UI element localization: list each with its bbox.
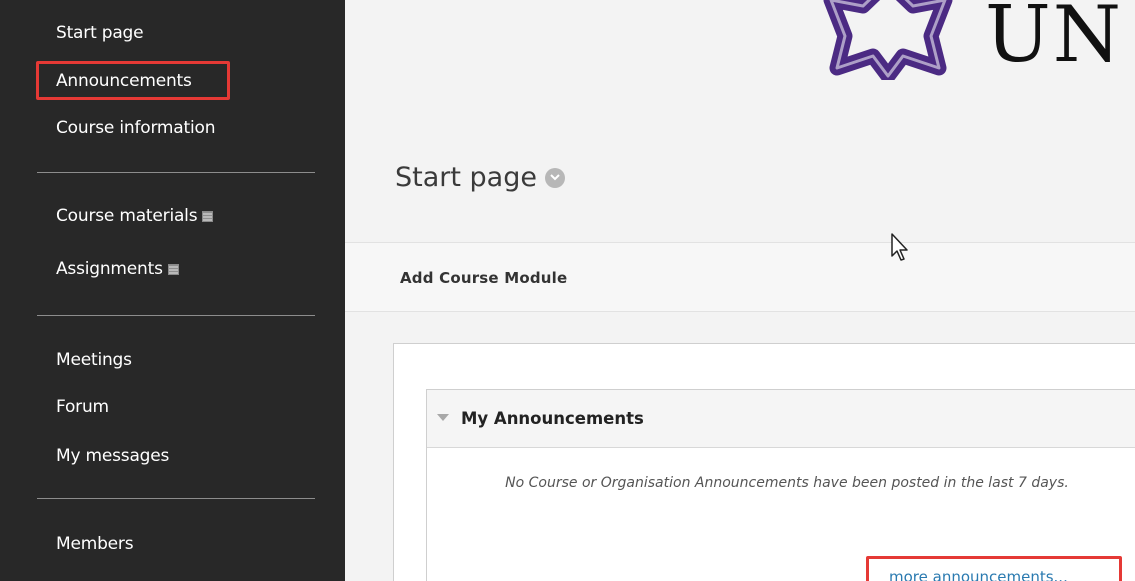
sidebar-divider (37, 315, 315, 316)
sidebar-item-label: Members (56, 534, 134, 554)
sidebar-item-label: Forum (56, 397, 109, 417)
sidebar-item-forum[interactable]: Forum (56, 396, 109, 418)
empty-announcements-message: No Course or Organisation Announcements … (505, 475, 1069, 491)
module-header: My Announcements (427, 390, 1135, 448)
sidebar-divider (37, 498, 315, 499)
document-icon (167, 264, 179, 275)
sidebar-item-course-materials[interactable]: Course materials (56, 205, 214, 227)
sidebar-item-label: My messages (56, 446, 170, 466)
sidebar-divider (37, 172, 315, 173)
page-title: Start page (395, 162, 565, 193)
sidebar-item-meetings[interactable]: Meetings (56, 349, 132, 371)
sidebar-item-label: Assignments (56, 259, 163, 279)
sidebar-item-label: Meetings (56, 350, 132, 370)
sidebar-item-course-information[interactable]: Course information (56, 117, 215, 139)
sidebar-item-assignments[interactable]: Assignments (56, 258, 179, 280)
chevron-down-icon[interactable] (544, 167, 565, 188)
university-wordmark: UN (985, 0, 1123, 80)
sidebar-item-label: Course materials (56, 206, 198, 226)
institution-header: UN (345, 0, 1135, 140)
sidebar-item-label: Course information (56, 118, 216, 138)
chevron-down-glyph (550, 174, 560, 181)
mouse-pointer-icon (891, 233, 908, 261)
highlight-box-announcements (36, 61, 230, 100)
document-icon (202, 211, 214, 222)
collapse-triangle-icon[interactable] (437, 414, 449, 421)
sidebar-item-start-page[interactable]: Start page (56, 22, 144, 44)
sidebar-item-my-messages[interactable]: My messages (56, 445, 169, 467)
module-title: My Announcements (461, 409, 644, 428)
page-title-text: Start page (395, 162, 537, 193)
course-sidebar: Start page Announcements Course informat… (0, 0, 345, 581)
add-course-module-button[interactable]: Add Course Module (400, 269, 567, 287)
course-module-toolbar: Add Course Module (345, 242, 1135, 312)
sidebar-item-members[interactable]: Members (56, 533, 134, 555)
highlight-box-more-announcements (866, 556, 1122, 581)
announcements-module: My Announcements No Course or Organisati… (426, 389, 1135, 581)
sidebar-item-label: Start page (56, 23, 144, 43)
university-star-logo (823, 0, 953, 80)
